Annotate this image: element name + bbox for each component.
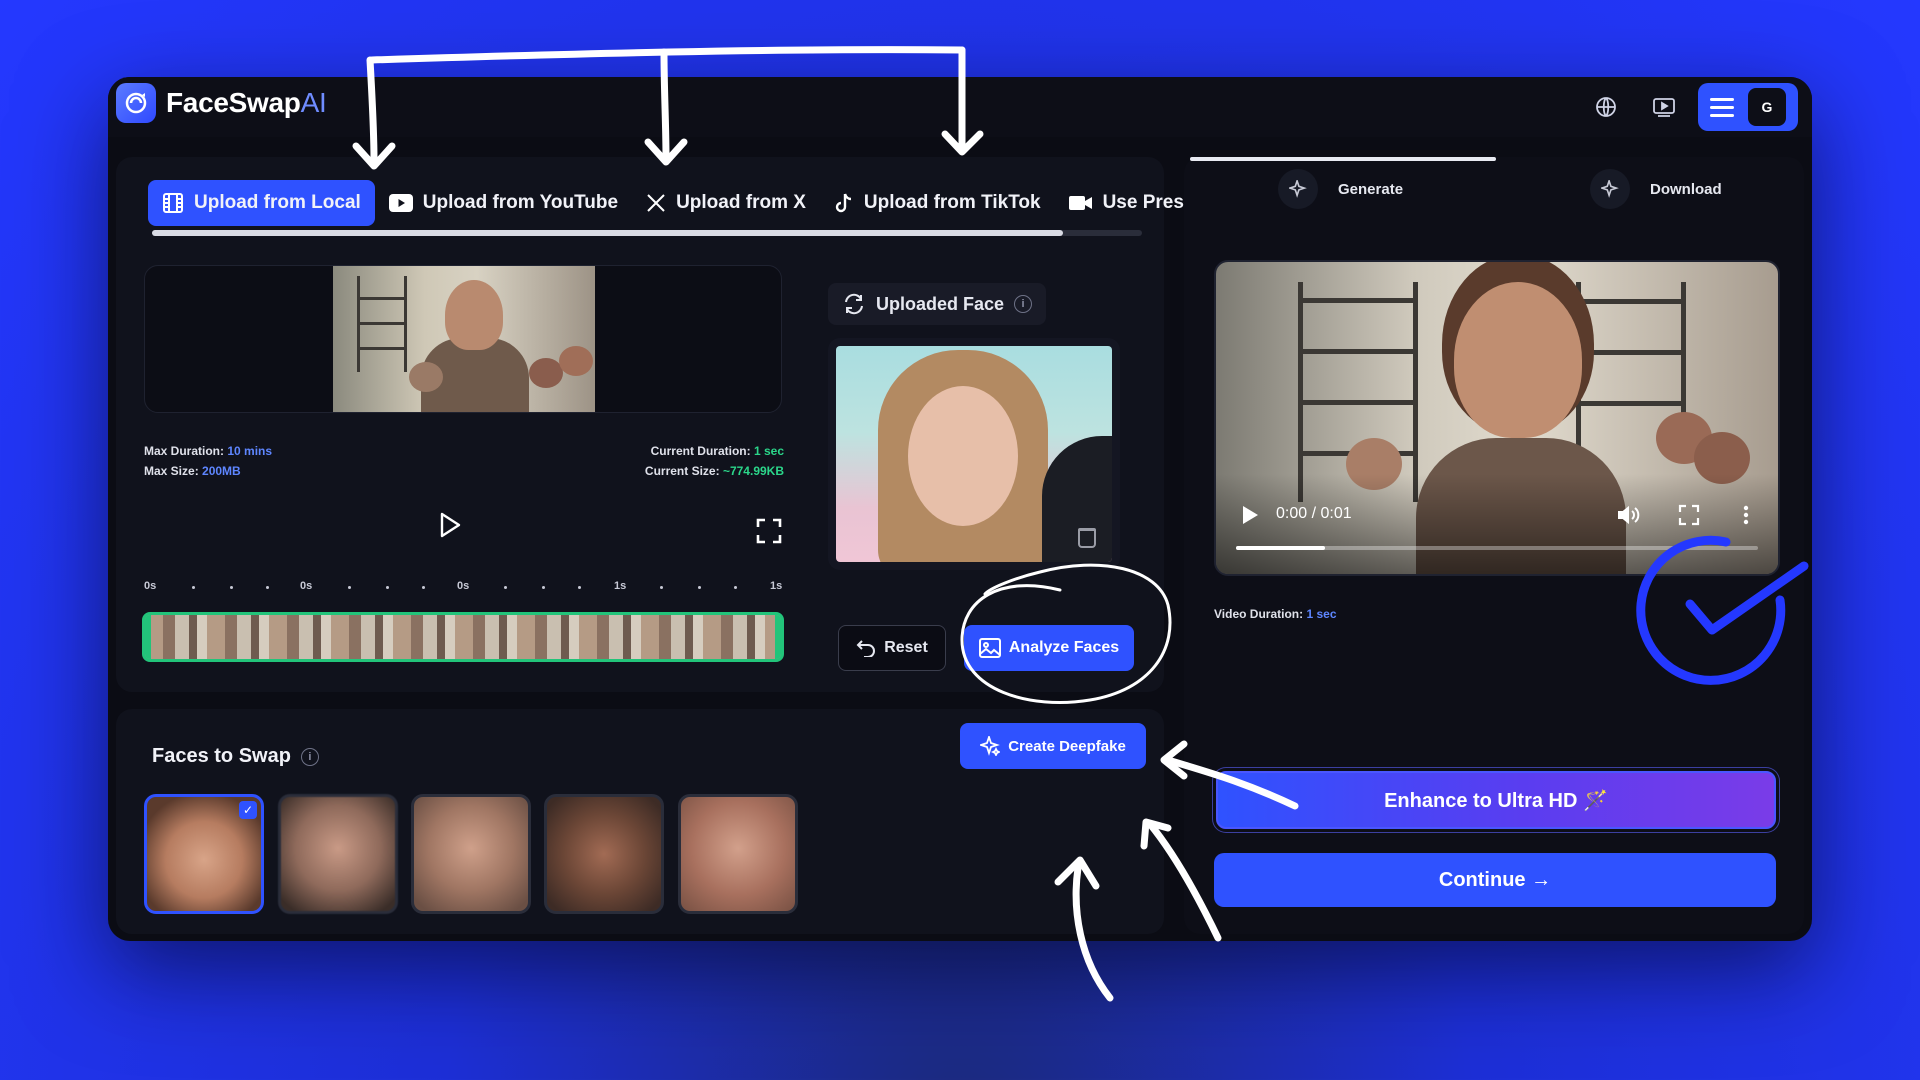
step-generate[interactable]: Generate (1278, 169, 1403, 209)
video-duration-value: 1 sec (1306, 607, 1337, 621)
step-label: Download (1650, 180, 1722, 198)
sparkle-icon (980, 736, 1001, 756)
player-progress-fill (1236, 546, 1325, 550)
tab-label: Upload from X (676, 192, 806, 213)
tab-label: Upload from YouTube (422, 192, 619, 213)
video-library-icon[interactable] (1646, 89, 1682, 125)
max-size-value: 200MB (202, 464, 241, 478)
tab-label: Upload from Local (194, 192, 361, 213)
trim-handle-end[interactable] (775, 615, 781, 659)
video-duration-info: Video Duration: 1 sec (1214, 607, 1337, 621)
app-window: FaceSwapAI G Upload from Local Upload fr… (108, 77, 1812, 941)
uploaded-face-label: Uploaded Face i (828, 283, 1047, 325)
user-avatar[interactable]: G (1748, 88, 1786, 126)
max-duration-value: 10 mins (227, 444, 273, 458)
trim-handle-start[interactable] (145, 615, 151, 659)
fullscreen-icon[interactable] (1678, 504, 1700, 526)
upload-source-tabs: Upload from Local Upload from YouTube Up… (148, 180, 1201, 226)
step-label: Generate (1338, 180, 1404, 198)
face-thumbnail[interactable] (678, 794, 798, 914)
top-bar: FaceSwapAI G (108, 77, 1812, 137)
info-icon[interactable]: i (300, 747, 319, 766)
tiktok-icon (835, 193, 852, 213)
brand-accent: AI (300, 87, 327, 118)
current-size-value: ~774.99KB (722, 464, 784, 478)
more-options-icon[interactable] (1742, 504, 1750, 526)
source-video-thumbnail (333, 266, 595, 412)
fullscreen-icon[interactable] (755, 517, 783, 545)
current-file-info: Current Duration: 1 sec Current Size: ~7… (644, 444, 784, 478)
brand-name: FaceSwapAI (166, 87, 327, 118)
timeline-ticks: 0s 0s 0s 1s 1s (144, 580, 784, 594)
tab-upload-youtube[interactable]: Upload from YouTube (375, 180, 632, 226)
language-globe-icon[interactable] (1588, 89, 1624, 125)
image-icon (978, 638, 1001, 658)
player-progress-bar[interactable] (1236, 546, 1758, 550)
checkmark-icon: ✓ (239, 801, 257, 819)
analyze-faces-button[interactable]: Analyze Faces (964, 625, 1134, 671)
x-logo-icon (647, 194, 665, 212)
play-icon[interactable] (434, 510, 464, 540)
volume-icon[interactable] (1616, 504, 1640, 526)
step-download[interactable]: Download (1590, 169, 1722, 209)
logo[interactable]: FaceSwapAI (116, 83, 327, 123)
undo-icon (856, 640, 876, 657)
output-video-player[interactable]: 0:00 / 0:01 (1214, 260, 1780, 576)
video-camera-icon (1068, 196, 1092, 210)
face-thumbnail[interactable] (278, 794, 398, 914)
tick-label: 1s (770, 580, 783, 592)
uploaded-face-image (836, 346, 1112, 562)
reset-button[interactable]: Reset (838, 625, 946, 671)
menu-group: G (1698, 83, 1798, 131)
tab-upload-tiktok[interactable]: Upload from TikTok (820, 180, 1055, 226)
tick-label: 0s (300, 580, 313, 592)
film-icon (163, 193, 183, 213)
face-thumbnail[interactable] (411, 794, 531, 914)
faces-to-swap-title: Faces to Swap i (152, 745, 319, 768)
create-deepfake-button[interactable]: Create Deepfake (960, 723, 1146, 769)
timeline-filmstrip[interactable] (142, 612, 784, 662)
tick-label: 0s (144, 580, 157, 592)
sparkle-icon (1278, 169, 1318, 209)
face-thumbnail[interactable] (544, 794, 664, 914)
trash-icon[interactable] (1078, 528, 1096, 548)
tab-upload-x[interactable]: Upload from X (632, 180, 820, 226)
uploaded-face-frame (828, 338, 1120, 570)
source-video-preview (144, 265, 782, 413)
scrollbar-thumb[interactable] (152, 230, 1063, 236)
logo-icon (116, 83, 156, 123)
tabs-scrollbar[interactable] (152, 230, 1142, 236)
tick-label: 0s (457, 580, 470, 592)
upload-limits: Max Duration: 10 mins Max Size: 200MB (144, 444, 273, 478)
tab-label: Upload from TikTok (863, 192, 1041, 213)
continue-button[interactable]: Continue → (1214, 853, 1776, 907)
current-duration-value: 1 sec (753, 444, 784, 458)
step-progress-bar (1190, 157, 1496, 161)
hamburger-menu-icon[interactable] (1704, 89, 1740, 125)
youtube-icon (388, 194, 413, 212)
play-icon[interactable] (1240, 504, 1260, 526)
face-thumbnail[interactable]: ✓ (144, 794, 264, 914)
tick-label: 1s (614, 580, 627, 592)
tab-upload-local[interactable]: Upload from Local (148, 180, 375, 226)
refresh-icon[interactable] (842, 293, 866, 315)
player-time: 0:00 / 0:01 (1276, 505, 1352, 522)
info-icon[interactable]: i (1014, 295, 1033, 313)
enhance-ultra-hd-button[interactable]: Enhance to Ultra HD 🪄 (1216, 771, 1776, 829)
sparkle-icon (1590, 169, 1630, 209)
